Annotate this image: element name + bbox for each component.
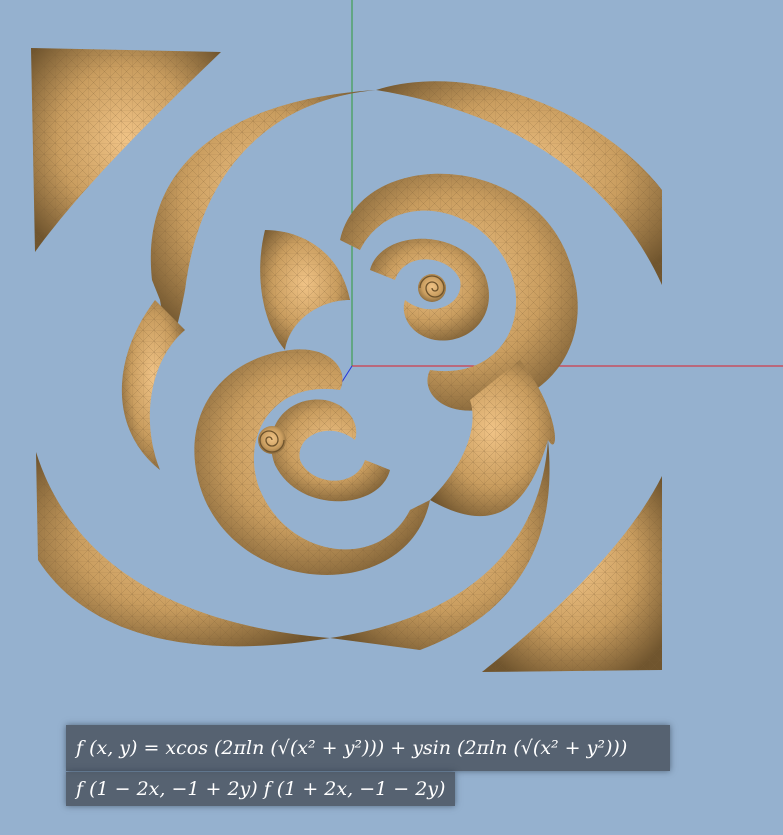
lower-spiral (194, 349, 430, 575)
surface-plot (31, 0, 783, 672)
upper-spiral (340, 173, 578, 411)
formula-product-text: f (1 − 2x, −1 + 2y) f (1 + 2x, −1 − 2y) (76, 778, 446, 800)
formula-product: f (1 − 2x, −1 + 2y) f (1 + 2x, −1 − 2y) (66, 772, 456, 806)
3d-viewport[interactable]: f (x, y) = xcos (2πln (√(x² + y²))) + ys… (0, 0, 783, 835)
lobe-left (121, 300, 185, 470)
formula-definition-text: f (x, y) = xcos (2πln (√(x² + y²))) + ys… (76, 737, 628, 759)
formula-definition: f (x, y) = xcos (2πln (√(x² + y²))) + ys… (66, 725, 670, 771)
